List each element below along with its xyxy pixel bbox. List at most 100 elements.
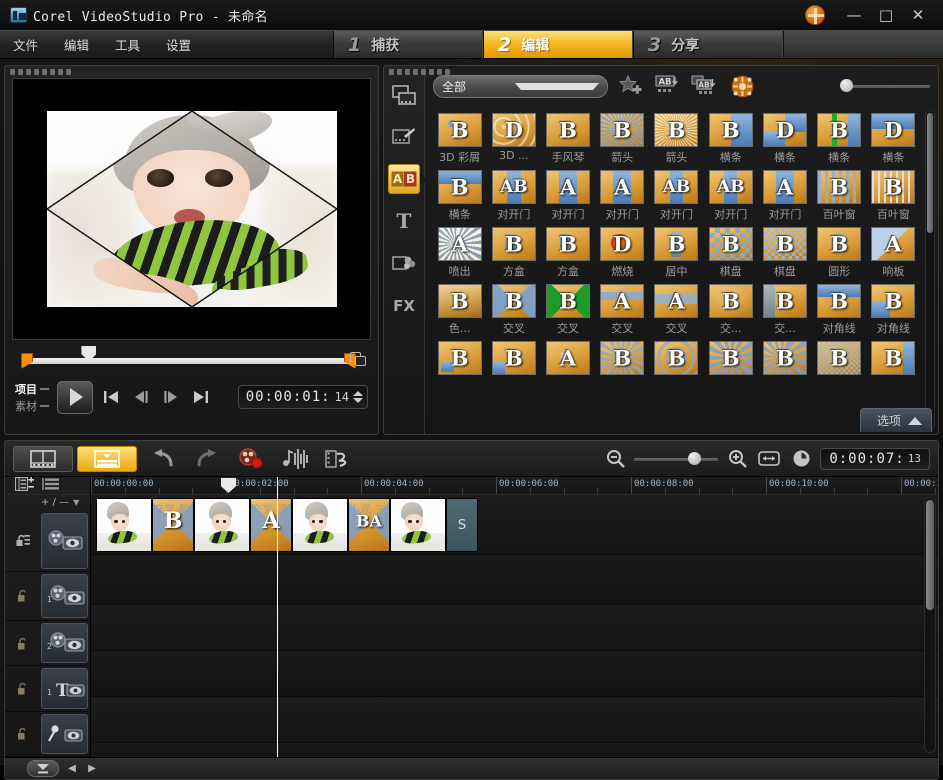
zoom-in-icon[interactable] [725,445,749,473]
title-1-lane[interactable] [91,651,938,697]
orange-gear-icon[interactable] [728,73,756,99]
transition-thumbnail[interactable]: A [871,227,916,261]
maximize-button[interactable]: □ [871,3,901,27]
transition-thumbnail[interactable]: B [708,113,753,147]
video-track-button[interactable] [41,512,88,569]
transition-item[interactable]: A [541,336,594,377]
photo-clip-3[interactable] [292,498,348,552]
title-tab[interactable]: T [388,206,420,236]
transition-item[interactable]: B 横条 [813,108,866,165]
transition-item[interactable]: B 箭头 [650,108,703,165]
transition-thumbnail[interactable]: B [817,284,862,318]
timeline-zoom-slider[interactable] [634,451,719,466]
transition-thumbnail[interactable]: B [654,113,699,147]
transition-item[interactable]: A 响板 [867,222,920,279]
transition-thumbnail[interactable]: B [871,170,916,204]
voice-lane[interactable] [91,697,938,743]
overlay-2-lane[interactable] [91,605,938,651]
timeline-tracks-area[interactable]: 00:00:00:00 00:00:02:00 00:00:04:00 00:00:0… [91,477,938,757]
media-tab[interactable] [388,80,420,110]
transition-thumbnail[interactable]: B [871,284,916,318]
overlay-2-lock[interactable] [5,636,41,651]
transition-thumbnail[interactable]: B [600,341,645,375]
preview-scrubber[interactable] [13,346,370,372]
mode-clip[interactable]: 素材 [15,398,49,414]
close-button[interactable]: ✕ [903,3,933,27]
menu-file[interactable]: 文件 [0,31,51,58]
record-capture-button[interactable] [229,445,273,473]
library-scrollbar[interactable] [925,110,935,430]
star-plus-icon[interactable] [617,73,645,99]
zoom-out-icon[interactable] [603,445,627,473]
track-mix-caret[interactable]: ▼ [73,498,79,507]
transition-thumbnail[interactable]: A [600,170,645,204]
preview-panel-grip[interactable] [10,69,71,75]
minimize-button[interactable]: — [839,3,869,27]
voice-lock[interactable] [5,726,41,741]
track-mix-label[interactable]: + / — [41,497,69,508]
track-manager-icon[interactable] [14,477,35,494]
transition-thumbnail[interactable]: AB [491,170,536,204]
transition-item[interactable]: B 百叶窗 [867,165,920,222]
transition-thumbnail[interactable]: D [600,227,645,261]
transition-thumbnail[interactable]: B [437,113,482,147]
library-panel-grip[interactable] [389,69,450,75]
scrub-track[interactable] [27,358,348,364]
transition-thumbnail[interactable]: A [546,341,591,375]
transition-thumbnail[interactable]: B [491,341,536,375]
transition-thumbnail[interactable]: B [871,341,916,375]
transition-item[interactable]: A 交叉 [596,279,649,336]
transition-item[interactable]: D 横条 [867,108,920,165]
transition-item[interactable]: B 交... [704,279,757,336]
overlay-2-button[interactable]: 2 [41,623,88,664]
transition-thumbnail[interactable]: B [437,284,482,318]
transition-thumbnail[interactable]: B [708,227,753,261]
transition-item[interactable]: AB 对开门 [650,165,703,222]
transition-item[interactable]: B 手风琴 [541,108,594,165]
transition-thumbnail[interactable]: B [817,227,862,261]
preview-timecode[interactable]: 00:00:01: 14 [237,385,368,409]
transition-thumbnail[interactable]: B [762,227,807,261]
timeline-zoom-knob[interactable] [688,451,702,465]
transition-thumbnail[interactable]: AB [654,170,699,204]
transition-item[interactable]: B 居中 [650,222,703,279]
transition-item[interactable]: B [433,336,486,377]
transition-item[interactable]: B [487,336,540,377]
transition-item[interactable]: B [596,336,649,377]
play-button[interactable] [57,380,93,414]
transition-thumbnail[interactable]: B [654,227,699,261]
storyboard-view-button[interactable] [13,445,73,472]
next-clip-button[interactable] [189,384,213,410]
transition-thumbnail[interactable]: A [437,227,482,261]
transition-item[interactable]: B [813,336,866,377]
transition-item[interactable]: B 横条 [433,165,486,222]
transition-clip-3[interactable]: BA小观-三维 [348,498,390,552]
transition-thumbnail[interactable]: D [762,113,807,147]
trim-start-handle[interactable] [21,353,33,369]
filter-tab[interactable] [388,122,420,152]
preview-stage[interactable] [12,78,371,340]
transition-thumbnail[interactable]: B [437,170,482,204]
ab-sort-icon[interactable]: AB [654,73,682,99]
preview-mode-toggle[interactable]: 项目 素材 [15,381,49,414]
previous-frame-button[interactable] [129,384,153,410]
transition-item[interactable]: AB 对开门 [704,165,757,222]
fit-to-window-icon[interactable] [756,445,782,473]
music-lane[interactable] [91,743,938,757]
transition-thumbnail[interactable]: B [817,341,862,375]
transition-item[interactable]: D 横条 [758,108,811,165]
transition-item[interactable]: B 方盒 [541,222,594,279]
transition-item[interactable]: B 对角线 [867,279,920,336]
transition-item[interactable]: B [704,336,757,377]
step-edit[interactable]: 2 编辑 [483,31,633,58]
next-frame-button[interactable] [159,384,183,410]
list-tracks-icon[interactable] [42,477,60,494]
transition-thumbnail[interactable]: B [600,113,645,147]
overlay-1-lock[interactable] [5,588,41,603]
transition-thumbnail[interactable]: B [546,113,591,147]
library-zoom-slider[interactable] [840,79,930,93]
transition-thumbnail[interactable]: AB [708,170,753,204]
audio-mixer-button[interactable] [273,445,317,473]
fx-tab[interactable]: FX [388,290,420,320]
transition-thumbnail[interactable]: B [546,227,591,261]
